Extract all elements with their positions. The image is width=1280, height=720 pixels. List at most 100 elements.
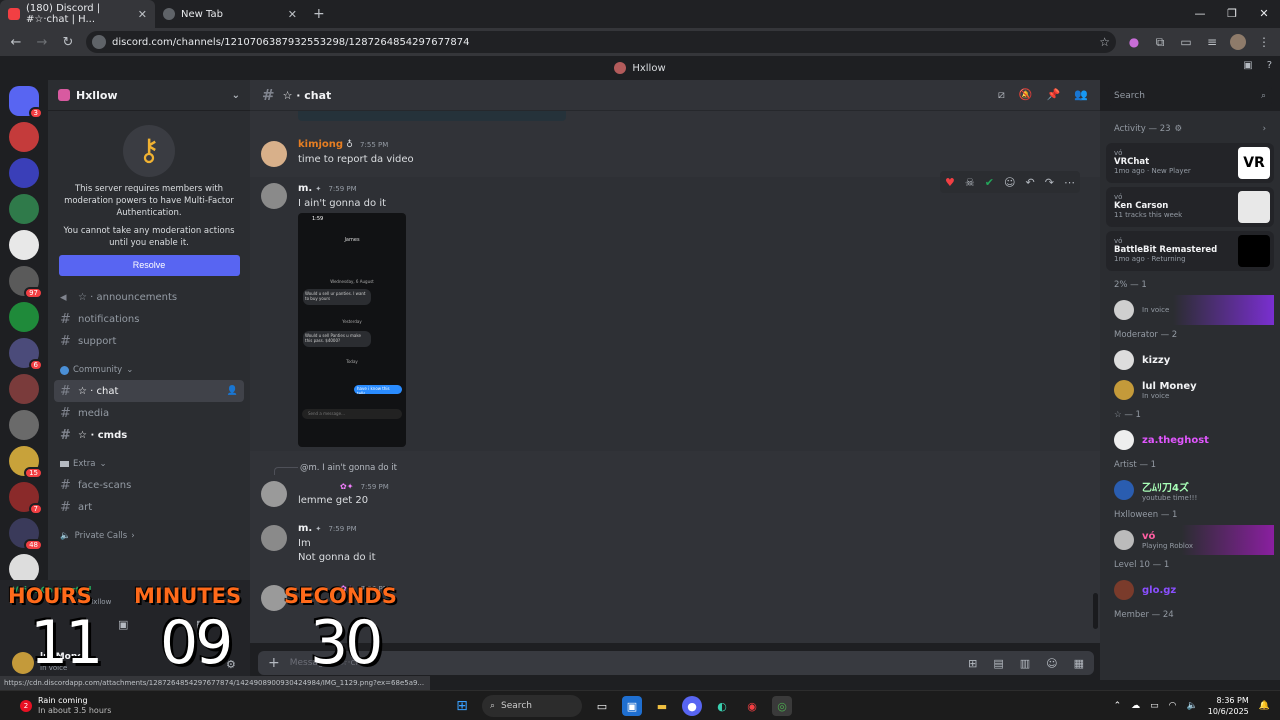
server-icon[interactable]: 15 <box>9 446 43 479</box>
reply-icon[interactable]: ↶ <box>1026 176 1035 189</box>
server-icon[interactable]: 97 <box>9 266 43 299</box>
file-explorer-icon[interactable]: ▬ <box>652 696 672 716</box>
edge-icon[interactable]: ◐ <box>712 696 732 716</box>
message-author[interactable]: m. <box>298 523 312 534</box>
site-info-icon[interactable] <box>92 35 106 49</box>
pin-icon[interactable]: 📌 <box>1047 88 1061 102</box>
server-icon[interactable] <box>9 122 39 152</box>
gift-icon[interactable]: ⊞ <box>968 657 977 670</box>
clock[interactable]: 8:36 PM 10/6/2025 <box>1208 695 1249 717</box>
wifi-icon[interactable]: ◠ <box>1169 701 1177 711</box>
avatar[interactable] <box>261 183 287 209</box>
server-header[interactable]: Hxllow ⌄ <box>48 80 250 111</box>
new-tab-icon[interactable]: + <box>313 6 325 22</box>
close-tab-icon[interactable]: ✕ <box>288 8 297 21</box>
threads-icon[interactable]: ⧄ <box>998 88 1005 102</box>
message-author[interactable]: m. <box>298 183 312 194</box>
bookmark-star-icon[interactable]: ☆ <box>1099 35 1110 49</box>
close-tab-icon[interactable]: ✕ <box>138 8 147 21</box>
server-icon[interactable]: 7 <box>9 482 43 515</box>
url-bar[interactable]: discord.com/channels/1210706387932553298… <box>86 31 1116 53</box>
more-options-icon[interactable]: ⋯ <box>1064 176 1075 189</box>
channel-art[interactable]: # art <box>54 496 244 518</box>
member-list-icon[interactable]: 👥 <box>1074 88 1088 102</box>
tab-new-tab[interactable]: New Tab ✕ <box>155 0 305 28</box>
member-row[interactable]: In voice <box>1106 295 1274 325</box>
windows-start-icon[interactable]: ⊞ <box>452 696 472 716</box>
chevron-up-icon[interactable]: ⌃ <box>1114 701 1122 711</box>
forward-icon[interactable]: → <box>34 35 50 50</box>
task-view-icon[interactable]: ▭ <box>592 696 612 716</box>
discord-app-icon[interactable]: ● <box>682 696 702 716</box>
notifications-icon[interactable]: 🔔 <box>1259 701 1270 711</box>
forward-icon[interactable]: ↷ <box>1045 176 1054 189</box>
taskbar-search[interactable]: ⌕ Search <box>482 695 582 717</box>
server-icon[interactable]: 48 <box>9 518 43 551</box>
resolve-button[interactable]: Resolve <box>58 255 240 276</box>
server-icon[interactable] <box>9 194 39 224</box>
battery-icon[interactable]: ▭ <box>1150 701 1159 711</box>
sticker-icon[interactable]: ▥ <box>1020 657 1030 670</box>
category-community[interactable]: Community ⌄ <box>48 360 250 380</box>
server-icon[interactable] <box>9 410 39 440</box>
message-author[interactable]: kimjong <box>298 139 343 150</box>
store-icon[interactable]: ▣ <box>622 696 642 716</box>
server-icon[interactable] <box>9 230 39 260</box>
avatar[interactable] <box>261 481 287 507</box>
app-icon[interactable]: ◉ <box>742 696 762 716</box>
heart-reaction-icon[interactable]: ♥ <box>945 176 955 189</box>
emoji-icon[interactable]: ☺ <box>1046 657 1057 670</box>
avatar[interactable] <box>261 141 287 167</box>
maximize-icon[interactable]: ❐ <box>1216 0 1248 28</box>
member-row[interactable]: lul Money In voice <box>1106 375 1274 405</box>
server-icon[interactable] <box>9 302 39 332</box>
inbox-icon[interactable]: ▣ <box>1243 60 1252 71</box>
chrome-icon[interactable]: ◎ <box>772 696 792 716</box>
chevron-right-icon[interactable]: › <box>1263 124 1266 134</box>
activity-card[interactable]: vó BattleBit Remastered 1mo ago · Return… <box>1106 231 1274 271</box>
volume-icon[interactable]: 🔈 <box>1187 701 1198 711</box>
profile-avatar[interactable] <box>1230 34 1246 50</box>
minimize-icon[interactable]: — <box>1184 0 1216 28</box>
tab-discord[interactable]: (180) Discord | #☆·chat | H... ✕ <box>0 0 155 28</box>
server-icon[interactable] <box>9 158 39 188</box>
activity-card[interactable]: vó Ken Carson 11 tracks this week <box>1106 187 1274 227</box>
server-icon[interactable]: 6 <box>9 338 43 371</box>
image-attachment[interactable] <box>298 111 566 121</box>
add-member-icon[interactable]: 👤 <box>227 386 238 396</box>
avatar[interactable] <box>12 652 34 674</box>
channel-support[interactable]: # support <box>54 330 244 352</box>
media-icon[interactable]: ≡ <box>1204 35 1220 49</box>
reply-preview[interactable]: @m. I ain't gonna do it <box>300 463 397 473</box>
member-row[interactable]: 乙ﾑﾘ刀4ズ youtube time!!! <box>1106 475 1274 505</box>
chevron-down-icon[interactable]: ⌄ <box>232 90 240 101</box>
server-icon[interactable] <box>9 374 39 404</box>
gear-icon[interactable]: ⚙ <box>1175 124 1183 134</box>
channel-notifications[interactable]: # notifications <box>54 308 244 330</box>
close-window-icon[interactable]: ✕ <box>1248 0 1280 28</box>
channel-announcements[interactable]: ◂ ☆ · announcements <box>54 286 244 308</box>
screenshot-attachment[interactable]: 1:59 James Wednesday, 6 August Would u s… <box>298 213 406 447</box>
extensions-puzzle-icon[interactable]: ⧉ <box>1152 35 1168 50</box>
avatar[interactable] <box>261 585 287 611</box>
channel-face-scans[interactable]: # face-scans <box>54 474 244 496</box>
cast-icon[interactable]: ▭ <box>1178 35 1194 49</box>
screen-share-icon[interactable]: ▦ <box>196 618 206 631</box>
channel-chat[interactable]: # ☆ · chat 👤 <box>54 380 244 402</box>
member-row[interactable]: kizzy <box>1106 345 1274 375</box>
discord-home-icon[interactable]: 3 <box>9 86 43 119</box>
reload-icon[interactable]: ↻ <box>60 35 76 50</box>
gif-icon[interactable]: ▤ <box>993 657 1003 670</box>
member-row[interactable]: za.theghost <box>1106 425 1274 455</box>
member-row[interactable]: glo.gz <box>1106 575 1274 605</box>
apps-icon[interactable]: ▦ <box>1074 657 1084 670</box>
notification-bell-icon[interactable]: 🔕 <box>1019 88 1033 102</box>
activity-card[interactable]: vó VRChat 1mo ago · New Player VR <box>1106 143 1274 183</box>
scrollbar[interactable] <box>1093 593 1098 629</box>
skull-reaction-icon[interactable]: ☠ <box>965 176 975 189</box>
check-reaction-icon[interactable]: ✔ <box>985 176 994 189</box>
upload-plus-icon[interactable]: + <box>268 655 280 671</box>
browser-menu-icon[interactable]: ⋮ <box>1256 35 1272 49</box>
channel-cmds[interactable]: # ☆ · cmds <box>54 424 244 446</box>
avatar[interactable] <box>261 525 287 551</box>
